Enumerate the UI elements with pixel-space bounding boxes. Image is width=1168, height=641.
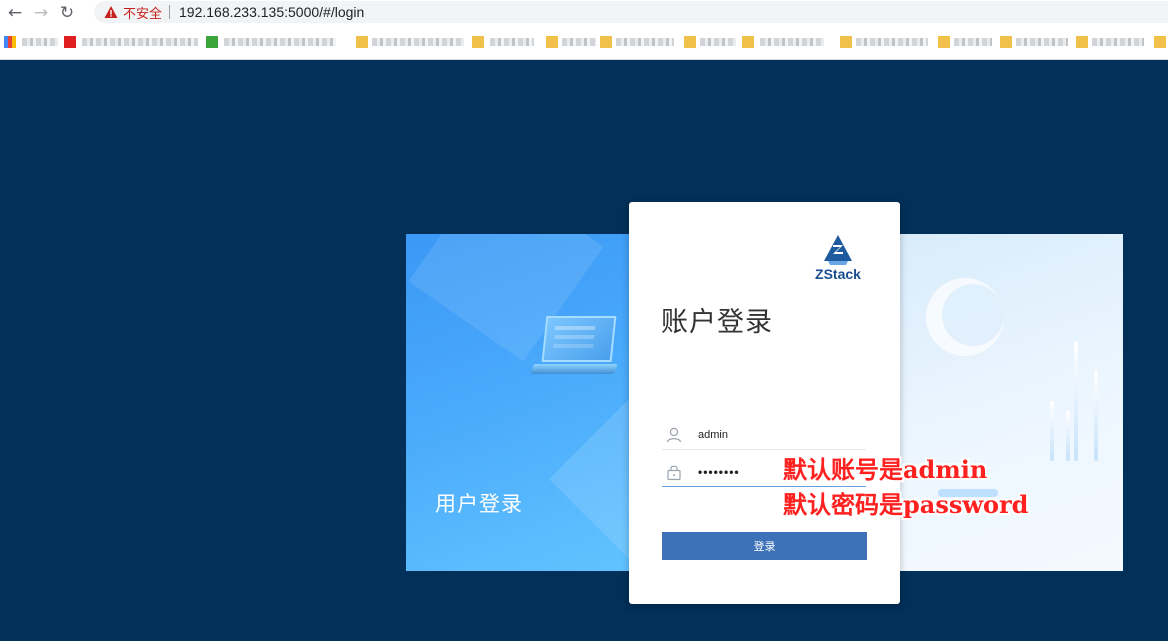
username-input[interactable]	[698, 428, 848, 441]
zstack-logo-icon	[824, 235, 852, 265]
laptop-base	[530, 364, 618, 374]
folder-icon	[840, 36, 852, 48]
bookmark-item[interactable]	[954, 38, 992, 46]
warning-icon[interactable]	[104, 5, 118, 19]
login-card: ZStack 账户登录 登录	[629, 202, 900, 604]
bookmark-item[interactable]	[856, 38, 928, 46]
folder-icon	[684, 36, 696, 48]
page-title: 账户登录	[661, 307, 773, 338]
bookmark-favicon-icon	[64, 36, 76, 48]
login-banner-right	[898, 234, 1123, 571]
login-page: 用户登录 ZStack 账户登录 admin •••••••• 登录 默认账号是…	[0, 60, 1168, 641]
user-icon	[665, 426, 683, 444]
back-arrow-icon[interactable]: ←	[4, 2, 26, 24]
login-button[interactable]: 登录	[662, 532, 867, 560]
bookmark-favicon-icon	[206, 36, 218, 48]
bookmark-item[interactable]	[224, 38, 336, 46]
forward-arrow-icon[interactable]: →	[30, 2, 52, 24]
bookmark-item[interactable]	[700, 38, 736, 46]
folder-icon	[356, 36, 368, 48]
bookmark-item[interactable]	[22, 38, 58, 46]
address-bar[interactable]: 不安全 192.168.233.135:5000/#/login	[94, 1, 1168, 23]
bookmark-item[interactable]	[1016, 38, 1068, 46]
annotation-default-account: 默认账号是admin	[783, 455, 988, 484]
decor-bar	[1074, 341, 1078, 461]
decor-shape	[549, 387, 632, 571]
reload-icon[interactable]: ↻	[56, 2, 78, 24]
folder-icon	[600, 36, 612, 48]
decor-circle	[942, 284, 1004, 346]
bookmark-item[interactable]	[760, 38, 824, 46]
annotation-default-password: 默认密码是password	[783, 490, 1029, 519]
browser-toolbar: ← → ↻ 不安全 192.168.233.135:5000/#/login	[0, 0, 1168, 26]
folder-icon	[472, 36, 484, 48]
folder-icon	[1076, 36, 1088, 48]
username-field[interactable]	[662, 420, 866, 450]
security-status[interactable]: 不安全	[123, 3, 162, 22]
bookmark-item[interactable]	[616, 38, 674, 46]
address-divider	[169, 5, 171, 19]
logo-text: ZStack	[815, 266, 861, 282]
login-banner-left: 用户登录	[406, 234, 632, 571]
apps-icon[interactable]	[4, 36, 16, 48]
bookmark-item[interactable]	[490, 38, 534, 46]
zstack-logo: ZStack	[812, 235, 864, 285]
decor-bar	[1066, 411, 1070, 461]
folder-icon	[1000, 36, 1012, 48]
folder-icon	[546, 36, 558, 48]
folder-icon	[1154, 36, 1166, 48]
decor-bar	[1094, 371, 1098, 461]
laptop-illustration-icon	[541, 316, 617, 362]
folder-icon	[938, 36, 950, 48]
bookmark-item[interactable]	[372, 38, 464, 46]
bookmark-item[interactable]	[562, 38, 596, 46]
folder-icon	[742, 36, 754, 48]
bookmark-item[interactable]	[82, 38, 198, 46]
banner-title: 用户登录	[435, 492, 523, 516]
bookmark-item[interactable]	[1092, 38, 1144, 46]
url-text[interactable]: 192.168.233.135:5000/#/login	[179, 4, 364, 20]
decor-bar	[1050, 401, 1054, 461]
lock-icon	[665, 463, 683, 481]
bookmarks-bar	[0, 26, 1168, 60]
